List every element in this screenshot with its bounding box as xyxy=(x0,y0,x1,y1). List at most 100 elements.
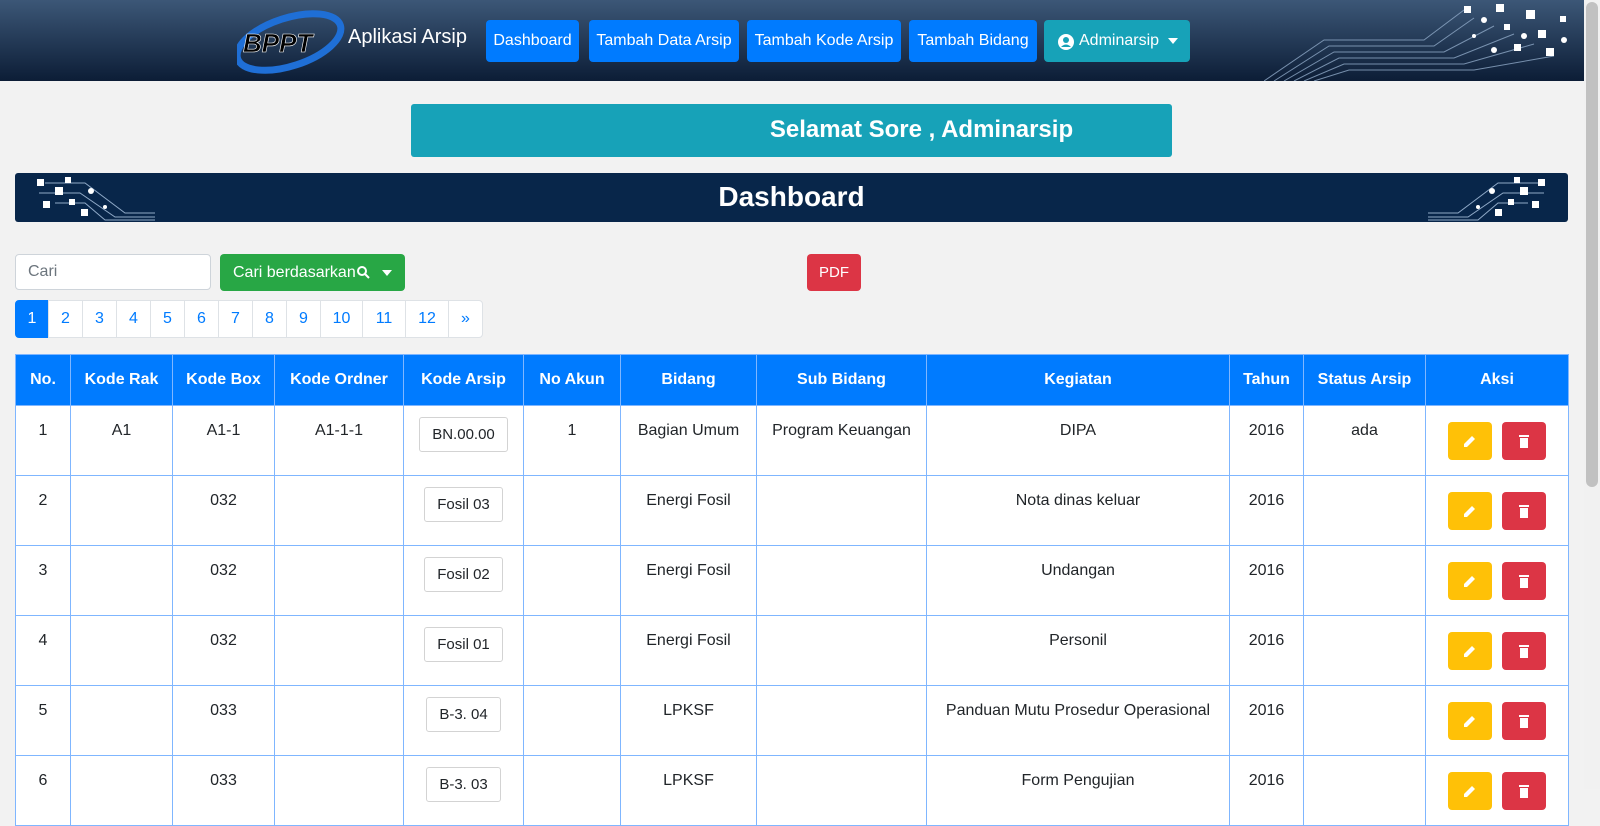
bppt-logo: BPPT xyxy=(237,10,345,74)
edit-button[interactable] xyxy=(1448,702,1492,740)
cell-kode-rak xyxy=(70,545,173,616)
header-kode-rak[interactable]: Kode Rak xyxy=(70,354,173,406)
delete-button[interactable] xyxy=(1502,492,1546,530)
kode-arsip-badge: Fosil 02 xyxy=(424,557,503,592)
filter-button-label: Cari berdasarkan xyxy=(233,264,356,281)
page-link-11[interactable]: 11 xyxy=(362,300,406,338)
trash-icon xyxy=(1519,785,1529,798)
cell-kode-rak xyxy=(70,685,173,756)
page-link-7[interactable]: 7 xyxy=(218,300,253,338)
pdf-export-button[interactable]: PDF xyxy=(807,254,861,291)
kode-arsip-badge: BN.00.00 xyxy=(419,417,508,452)
nav-dashboard-button[interactable]: Dashboard xyxy=(486,20,579,62)
pencil-icon xyxy=(1464,506,1475,517)
page-link-1[interactable]: 1 xyxy=(15,300,49,338)
search-filter-dropdown-button[interactable]: Cari berdasarkan xyxy=(220,254,405,291)
pencil-icon xyxy=(1464,576,1475,587)
page-link-9[interactable]: 9 xyxy=(286,300,321,338)
search-input[interactable] xyxy=(15,254,211,290)
cell-no-akun xyxy=(523,475,621,546)
cell-tahun: 2016 xyxy=(1229,755,1304,826)
header-kegiatan[interactable]: Kegiatan xyxy=(926,354,1230,406)
edit-button[interactable] xyxy=(1448,492,1492,530)
delete-button[interactable] xyxy=(1502,562,1546,600)
cell-aksi xyxy=(1425,615,1569,686)
cell-kode-ordner xyxy=(274,615,404,686)
header-kode-ordner[interactable]: Kode Ordner xyxy=(274,354,404,406)
header-no-akun[interactable]: No Akun xyxy=(523,354,621,406)
pencil-icon xyxy=(1464,786,1475,797)
user-circle-icon xyxy=(1058,34,1074,50)
page-link-6[interactable]: 6 xyxy=(184,300,219,338)
header-kode-arsip[interactable]: Kode Arsip xyxy=(403,354,524,406)
page-link-8[interactable]: 8 xyxy=(252,300,287,338)
pencil-icon xyxy=(1464,436,1475,447)
pencil-icon xyxy=(1464,646,1475,657)
delete-button[interactable] xyxy=(1502,702,1546,740)
page-link-10[interactable]: 10 xyxy=(320,300,363,338)
cell-kode-rak: A1 xyxy=(70,405,173,476)
cell-no-akun: 1 xyxy=(523,405,621,476)
page-link-2[interactable]: 2 xyxy=(48,300,83,338)
cell-kegiatan: Undangan xyxy=(926,545,1230,616)
header-kode-box[interactable]: Kode Box xyxy=(172,354,275,406)
kode-arsip-badge: Fosil 01 xyxy=(424,627,503,662)
cell-no: 3 xyxy=(15,545,71,616)
cell-tahun: 2016 xyxy=(1229,405,1304,476)
header-status-arsip[interactable]: Status Arsip xyxy=(1303,354,1426,406)
circuit-decoration xyxy=(1264,4,1567,81)
cell-no: 2 xyxy=(15,475,71,546)
cell-kode-box: 032 xyxy=(172,545,275,616)
cell-tahun: 2016 xyxy=(1229,475,1304,546)
cell-sub-bidang: Program Keuangan xyxy=(756,405,927,476)
delete-button[interactable] xyxy=(1502,772,1546,810)
cell-status-arsip xyxy=(1303,475,1426,546)
cell-no: 1 xyxy=(15,405,71,476)
cell-status-arsip xyxy=(1303,615,1426,686)
scrollbar-thumb[interactable] xyxy=(1586,2,1598,487)
edit-button[interactable] xyxy=(1448,772,1492,810)
page-link-12[interactable]: 12 xyxy=(405,300,449,338)
header-bidang[interactable]: Bidang xyxy=(620,354,757,406)
nav-tambah-bidang-button[interactable]: Tambah Bidang xyxy=(909,20,1037,62)
header-aksi: Aksi xyxy=(1425,354,1569,406)
table-row: 6 033 B-3. 03 LPKSF Form Pengujian 2016 xyxy=(15,755,1569,826)
cell-status-arsip: ada xyxy=(1303,405,1426,476)
page-link-5[interactable]: 5 xyxy=(150,300,185,338)
page-link-3[interactable]: 3 xyxy=(82,300,117,338)
edit-button[interactable] xyxy=(1448,422,1492,460)
header-sub-bidang[interactable]: Sub Bidang xyxy=(756,354,927,406)
brand-title: Aplikasi Arsip xyxy=(348,26,467,48)
cell-kode-box: 032 xyxy=(172,475,275,546)
table-body: 1 A1 A1-1 A1-1-1 BN.00.00 1 Bagian Umum … xyxy=(15,405,1569,826)
cell-kode-ordner: A1-1-1 xyxy=(274,405,404,476)
header-no[interactable]: No. xyxy=(15,354,71,406)
cell-sub-bidang xyxy=(756,475,927,546)
greeting-text: Selamat Sore , Adminarsip xyxy=(769,116,1074,143)
cell-kode-ordner xyxy=(274,545,404,616)
vertical-scrollbar[interactable] xyxy=(1584,0,1600,789)
kode-arsip-badge: B-3. 04 xyxy=(426,697,501,732)
cell-no-akun xyxy=(523,545,621,616)
cell-no: 5 xyxy=(15,685,71,756)
pencil-icon xyxy=(1464,716,1475,727)
cell-kode-arsip: B-3. 04 xyxy=(403,685,524,756)
page-link-next[interactable]: » xyxy=(448,300,483,338)
cell-kode-ordner xyxy=(274,685,404,756)
edit-button[interactable] xyxy=(1448,632,1492,670)
nav-tambah-kode-arsip-button[interactable]: Tambah Kode Arsip xyxy=(747,20,901,62)
page-link-4[interactable]: 4 xyxy=(116,300,151,338)
user-menu-dropdown[interactable]: Adminarsip xyxy=(1044,20,1190,62)
cell-no: 6 xyxy=(15,755,71,826)
edit-button[interactable] xyxy=(1448,562,1492,600)
nav-tambah-data-arsip-button[interactable]: Tambah Data Arsip xyxy=(589,20,739,62)
delete-button[interactable] xyxy=(1502,632,1546,670)
cell-kode-box: 032 xyxy=(172,615,275,686)
delete-button[interactable] xyxy=(1502,422,1546,460)
cell-kode-ordner xyxy=(274,475,404,546)
table-row: 4 032 Fosil 01 Energi Fosil Personil 201… xyxy=(15,615,1569,686)
page-title: Dashboard xyxy=(718,181,865,212)
cell-kode-arsip: Fosil 03 xyxy=(403,475,524,546)
header-tahun[interactable]: Tahun xyxy=(1229,354,1304,406)
table-row: 1 A1 A1-1 A1-1-1 BN.00.00 1 Bagian Umum … xyxy=(15,405,1569,476)
